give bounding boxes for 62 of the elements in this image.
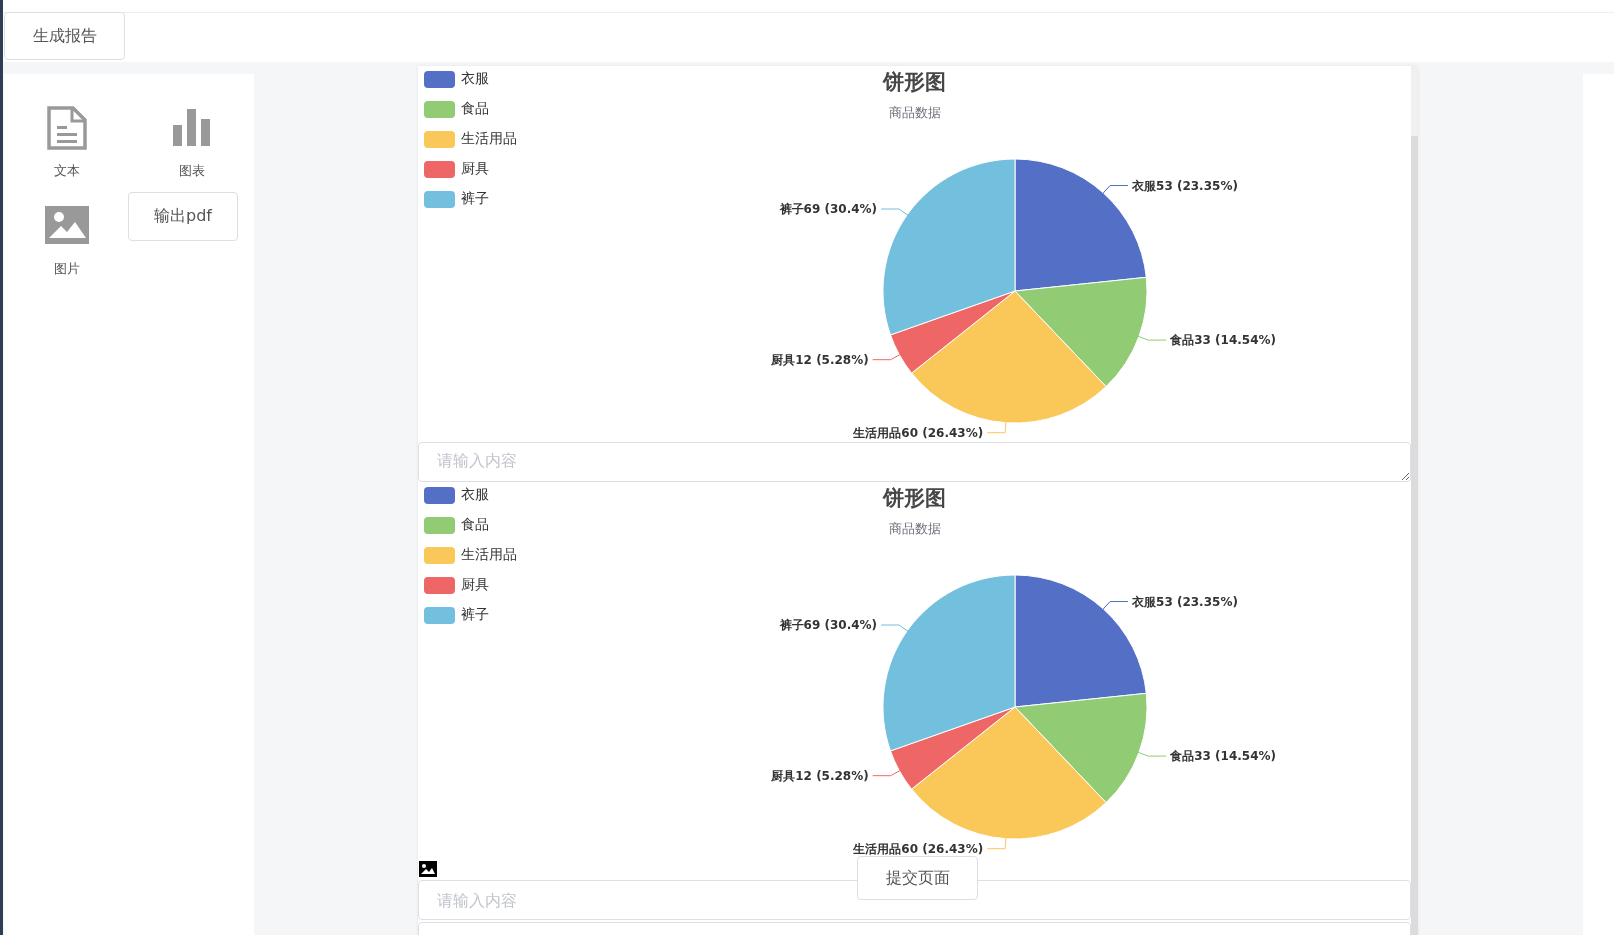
legend-item[interactable]: 裤子 [424,190,517,208]
data-label: 衣服53 (23.35%) [1132,178,1238,193]
pie-slice[interactable] [911,290,1107,424]
data-label: 裤子69 (30.4%) [779,617,878,632]
chart-title: 饼形图 [883,485,946,512]
leader-line [872,353,902,361]
legend-label: 食品 [461,516,489,534]
legend-item[interactable]: 衣服 [424,70,517,88]
data-label: 裤子69 (30.4%) [779,201,878,216]
leader-line [1136,751,1167,757]
chart-subtitle: 商品数据 [888,520,941,538]
legend-label: 衣服 [461,70,489,88]
legend-label: 生活用品 [461,130,517,148]
pie-slice[interactable] [1014,692,1148,804]
legend-item[interactable]: 食品 [424,100,517,118]
data-label: 衣服53 (23.35%) [1132,594,1238,609]
tool-label: 图表 [178,162,205,180]
legend-label: 裤子 [461,190,489,208]
leader-line [986,836,1007,850]
data-label: 食品33 (14.54%) [1170,333,1277,348]
legend-item[interactable]: 食品 [424,516,517,534]
leader-line [880,208,910,217]
chart-title: 饼形图 [883,69,946,96]
pie-slice[interactable] [890,706,1016,790]
pie-slice[interactable] [882,574,1016,752]
data-label: 厨具12 (5.28%) [771,352,869,367]
data-label: 厨具12 (5.28%) [771,768,869,783]
export-pdf-button[interactable]: 输出pdf [128,192,238,241]
data-label: 生活用品60 (26.43%) [853,425,984,440]
leader-line [1136,335,1167,341]
leader-line [872,769,902,777]
pie-slice[interactable] [911,706,1107,840]
tool-label: 图片 [53,260,80,278]
data-label: 生活用品60 (26.43%) [853,841,984,856]
leader-line [880,624,910,633]
pie-slice[interactable] [890,290,1016,374]
legend-label: 裤子 [461,606,489,624]
pie-slice[interactable] [1014,276,1148,388]
image-icon[interactable] [419,861,437,877]
data-label: 食品33 (14.54%) [1170,749,1277,764]
legend-label: 厨具 [461,576,489,594]
pie-slice[interactable] [882,158,1016,336]
legend-item[interactable]: 生活用品 [424,130,517,148]
scrollbar[interactable] [1411,66,1418,935]
legend-label: 厨具 [461,160,489,178]
text-area[interactable]: 请输入内容 [418,442,1411,482]
generate-report-button[interactable]: 生成报告 [4,12,125,60]
legend-label: 衣服 [461,486,489,504]
submit-page-button[interactable]: 提交页面 [857,856,978,900]
document-icon[interactable] [46,106,87,150]
leader-line [986,420,1007,434]
tool-label: 文本 [53,162,80,180]
legend-item[interactable]: 裤子 [424,606,517,624]
leader-line [1101,185,1129,195]
legend-item[interactable]: 厨具 [424,576,517,594]
legend-item[interactable]: 衣服 [424,486,517,504]
leader-line [1101,601,1129,611]
legend-item[interactable]: 厨具 [424,160,517,178]
chart-subtitle: 商品数据 [888,104,941,122]
legend-item[interactable]: 生活用品 [424,546,517,564]
legend-label: 生活用品 [461,546,517,564]
legend-label: 食品 [461,100,489,118]
